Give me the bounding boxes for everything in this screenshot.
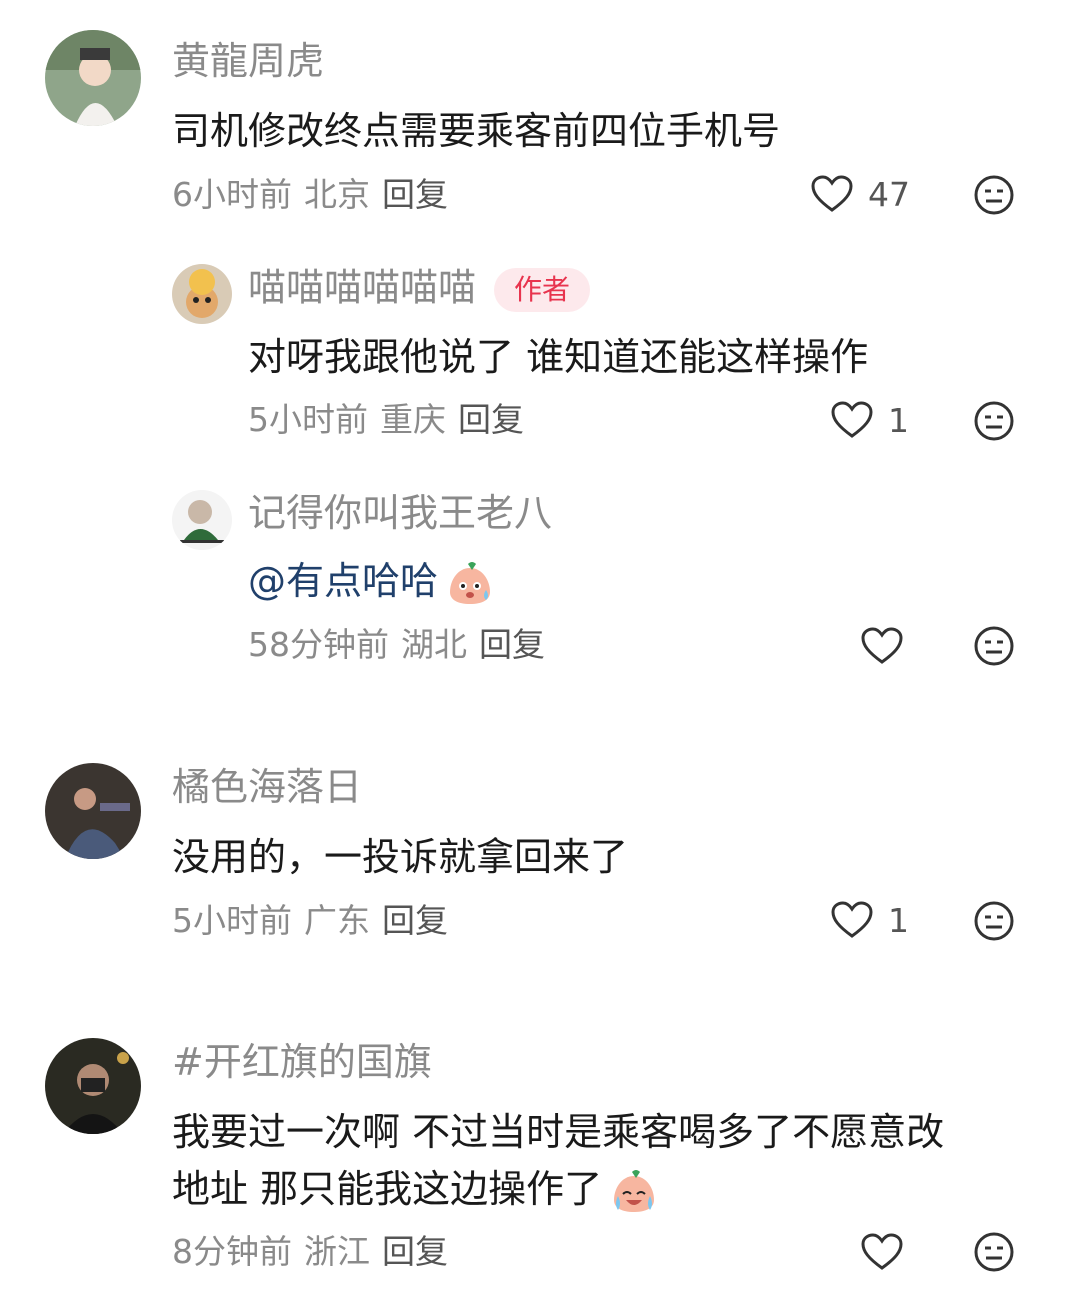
- reply-button[interactable]: 回复: [382, 175, 448, 214]
- comment-text: 没用的，一投诉就拿回来了: [172, 835, 629, 879]
- username[interactable]: #开红旗的国旗: [172, 1043, 432, 1081]
- like-button[interactable]: 47: [810, 174, 910, 214]
- like-button[interactable]: 1: [830, 900, 909, 940]
- dislike-face-icon[interactable]: [973, 1231, 1015, 1273]
- like-button[interactable]: [860, 626, 904, 666]
- comment-meta: 5小时前 广东 回复: [172, 904, 460, 937]
- reply-button[interactable]: 回复: [479, 625, 545, 664]
- like-count: 1: [888, 400, 909, 440]
- comment-meta: 8分钟前 浙江 回复: [172, 1235, 460, 1268]
- dislike-face-icon[interactable]: [973, 625, 1015, 667]
- like-count: 1: [888, 900, 909, 940]
- timestamp: 58分钟前: [248, 625, 389, 664]
- heart-icon: [831, 401, 873, 438]
- comment-text: 对呀我跟他说了 谁知道还能这样操作: [248, 335, 869, 379]
- location: 广东: [304, 901, 370, 940]
- sweat-blob-emoji-icon: [450, 561, 491, 604]
- comment-text: @有点哈哈: [248, 552, 494, 610]
- mention-link[interactable]: @有点哈哈: [248, 559, 438, 603]
- comment-text-line2-text: 地址 那只能我这边操作了: [172, 1167, 603, 1211]
- avatar[interactable]: [172, 264, 232, 324]
- comment-text-line1: 我要过一次啊 不过当时是乘客喝多了不愿意改: [172, 1110, 945, 1154]
- heart-icon: [861, 1233, 903, 1270]
- username[interactable]: 橘色海落日: [172, 768, 362, 806]
- reply-button[interactable]: 回复: [382, 901, 448, 940]
- heart-icon: [831, 901, 873, 938]
- like-button[interactable]: [860, 1232, 904, 1272]
- location: 浙江: [304, 1232, 370, 1271]
- username[interactable]: 记得你叫我王老八: [248, 494, 552, 532]
- like-count: 47: [868, 174, 910, 214]
- crying-laugh-blob-emoji-icon: [614, 1169, 655, 1212]
- username[interactable]: 黄龍周虎: [172, 42, 324, 80]
- location: 湖北: [401, 625, 467, 664]
- username-text[interactable]: 喵喵喵喵喵喵: [248, 266, 476, 310]
- timestamp: 6小时前: [172, 175, 292, 214]
- location: 北京: [304, 175, 370, 214]
- heart-icon: [861, 627, 903, 664]
- timestamp: 8分钟前: [172, 1232, 292, 1271]
- timestamp: 5小时前: [248, 400, 368, 439]
- heart-icon: [811, 175, 853, 212]
- avatar[interactable]: [45, 1038, 141, 1134]
- avatar[interactable]: [172, 490, 232, 550]
- reply-button[interactable]: 回复: [458, 400, 524, 439]
- comment-meta: 5小时前 重庆 回复: [248, 403, 536, 436]
- like-button[interactable]: 1: [830, 400, 909, 440]
- dislike-face-icon[interactable]: [973, 900, 1015, 942]
- username[interactable]: 喵喵喵喵喵喵 作者: [248, 266, 591, 312]
- location: 重庆: [380, 400, 446, 439]
- comment-meta: 6小时前 北京 回复: [172, 178, 460, 211]
- comment-text: 司机修改终点需要乘客前四位手机号: [172, 109, 781, 153]
- avatar[interactable]: [45, 763, 141, 859]
- avatar[interactable]: [45, 30, 141, 126]
- author-badge: 作者: [494, 268, 591, 312]
- comment-meta: 58分钟前 湖北 回复: [248, 628, 557, 661]
- reply-button[interactable]: 回复: [382, 1232, 448, 1271]
- comment-text-line2: 地址 那只能我这边操作了: [172, 1160, 658, 1218]
- dislike-face-icon[interactable]: [973, 174, 1015, 216]
- dislike-face-icon[interactable]: [973, 400, 1015, 442]
- timestamp: 5小时前: [172, 901, 292, 940]
